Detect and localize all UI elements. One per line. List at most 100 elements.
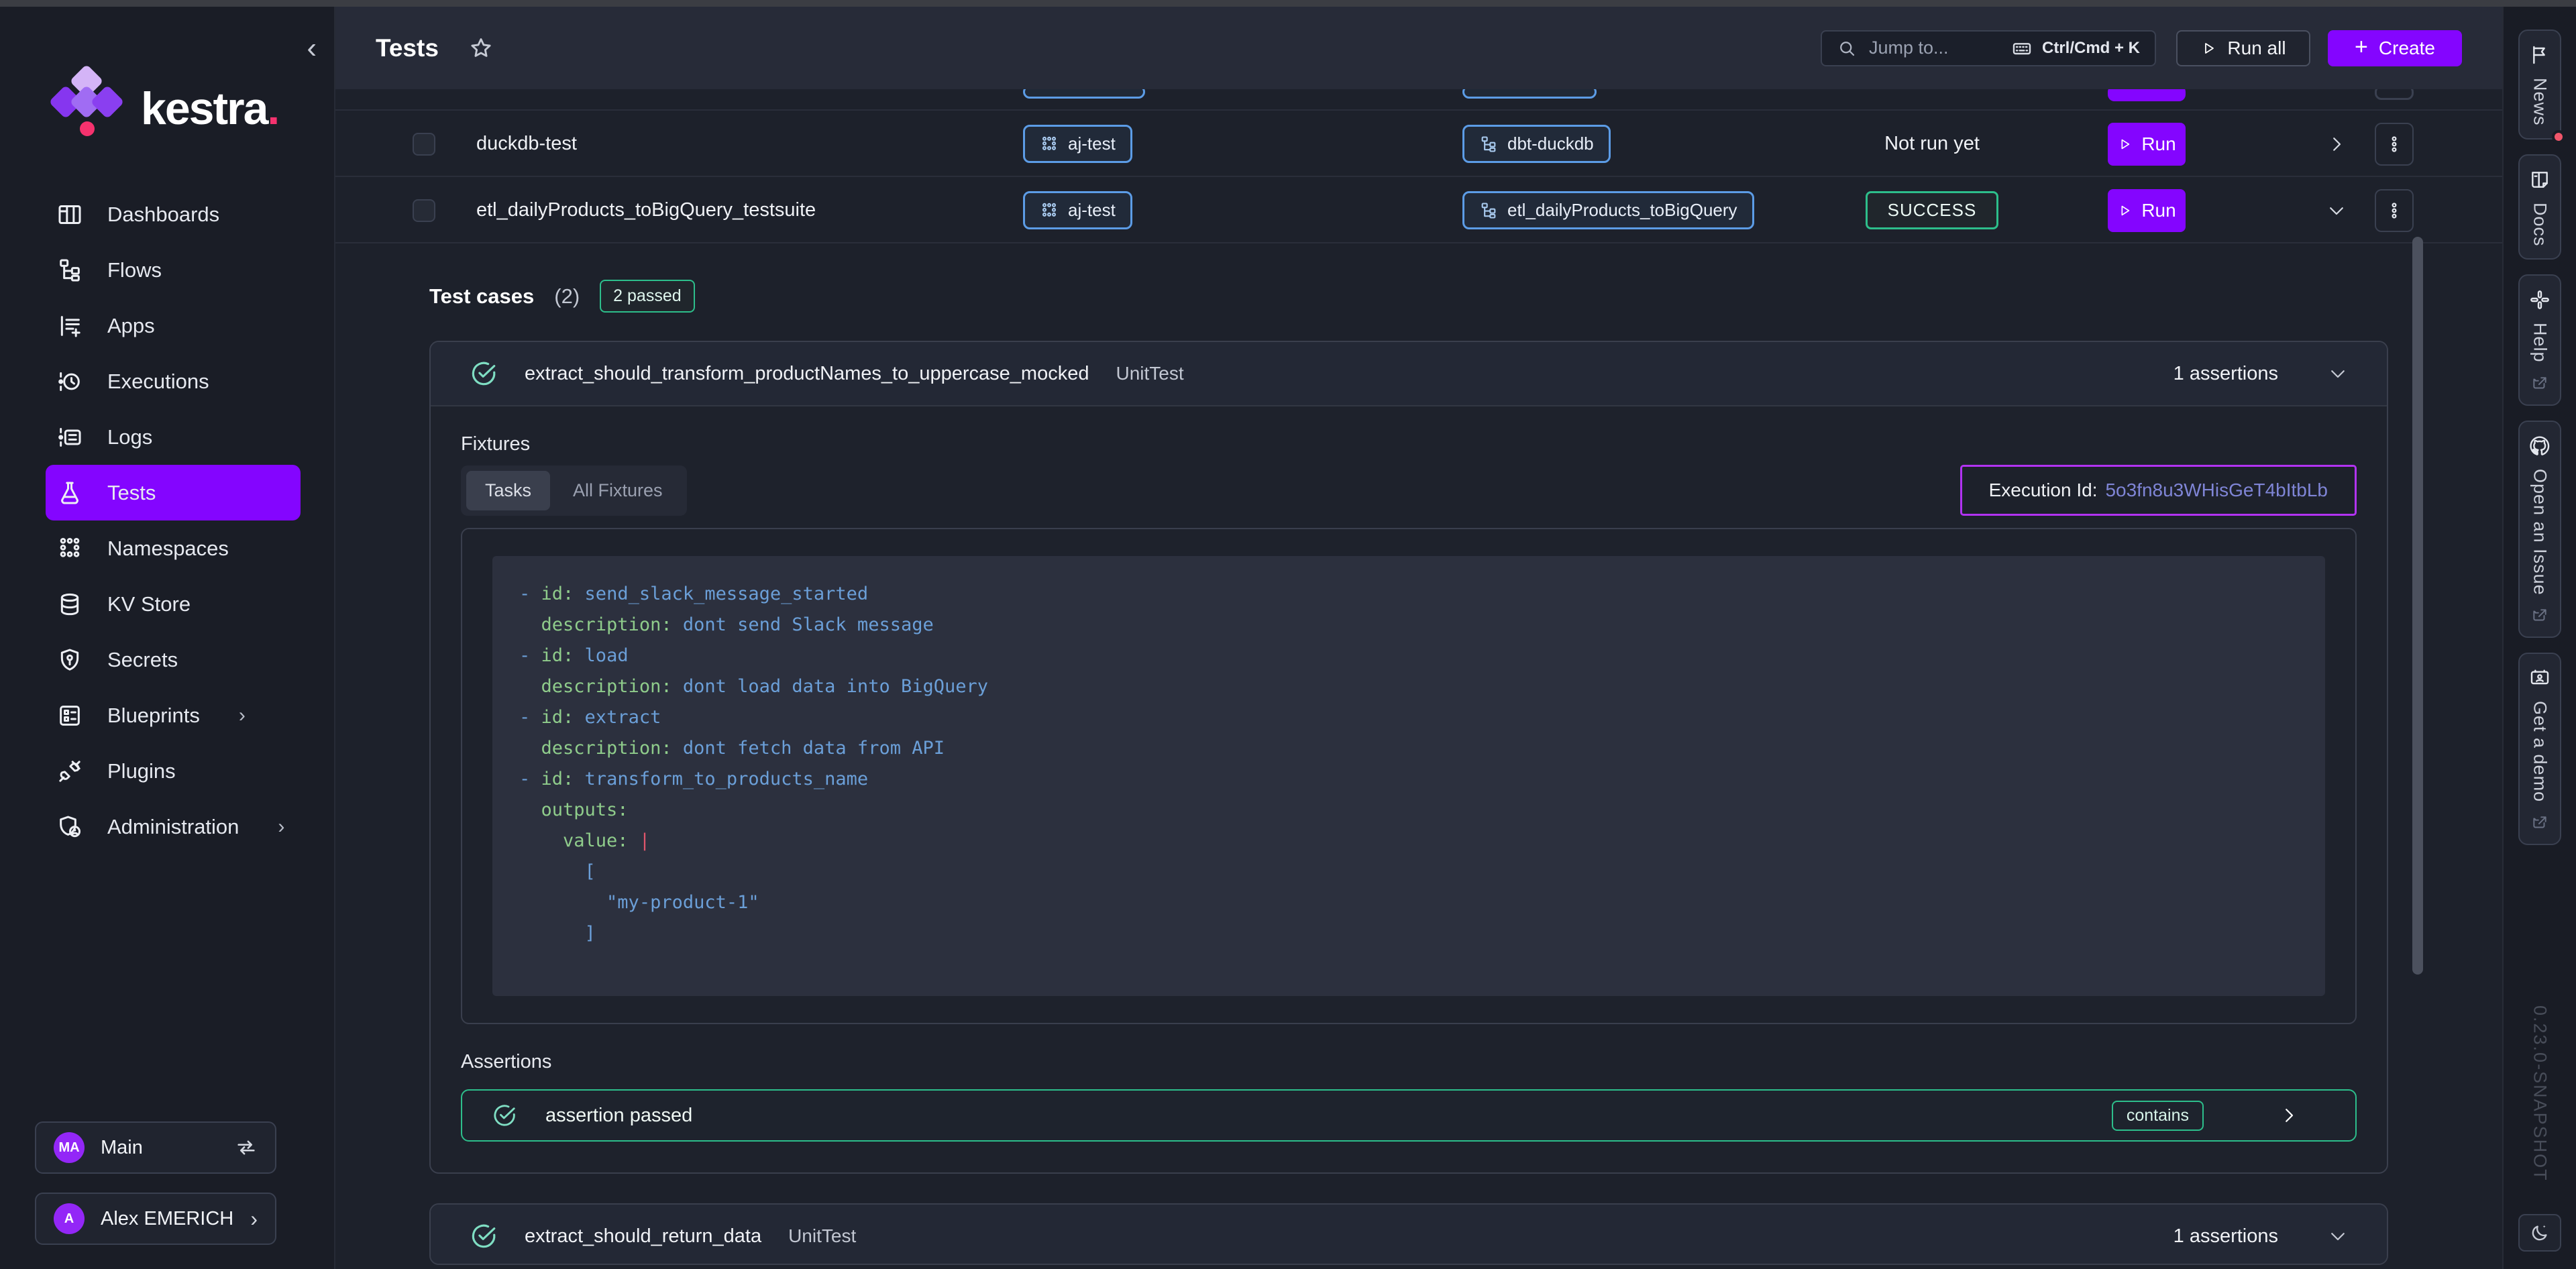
chevron-down-icon[interactable] [2328,1226,2348,1246]
kestra-logo-text: kestra. [141,82,278,135]
main-area: Tests Jump to... Ctrl/Cmd + K Run all + … [335,7,2502,1269]
sidebar-item-apps[interactable]: Apps [46,298,301,353]
tests-icon [56,480,83,506]
check-circle-icon [470,360,498,388]
play-icon [2117,203,2132,218]
play-icon [2117,137,2132,152]
row-checkbox[interactable] [413,133,435,156]
sidebar-item-kv-store[interactable]: KV Store [46,576,301,632]
rail-tab-open-an-issue[interactable]: Open an Issue [2518,421,2561,639]
rail-tab-news[interactable]: News [2518,30,2561,140]
code-line: - id: extract [519,702,2298,733]
collapse-chevron-down-icon[interactable] [2326,201,2347,221]
sidebar-item-label: Executions [107,370,209,394]
scrollbar-thumb[interactable] [2412,237,2423,975]
tab-all-fixtures[interactable]: All Fixtures [554,471,682,510]
flow-icon [1479,135,1498,154]
flows-icon [56,257,83,284]
executions-icon [56,368,83,395]
rail-tabs: News Docs Help Open an Issue Get a demo [2518,30,2561,845]
run-button[interactable]: Run [2108,123,2186,166]
namespace-chip[interactable]: aj-test [1023,191,1132,229]
assertions-label: Assertions [461,1051,2357,1073]
namespaces-icon [56,535,83,562]
kestra-logo[interactable]: kestra. [54,68,334,149]
code-line: - id: send_slack_message_started [519,579,2298,610]
run-all-button[interactable]: Run all [2176,30,2310,66]
sidebar-item-flows[interactable]: Flows [46,242,301,298]
code-line: [ [519,857,2298,887]
namespace-chip[interactable]: aj-test [1023,125,1132,163]
tab-tasks[interactable]: Tasks [466,471,550,510]
test-case-card: extract_should_transform_productNames_to… [429,341,2388,1174]
tenant-avatar: MA [54,1132,85,1163]
rail-tab-label: Help [2530,323,2551,363]
code-line: outputs: [519,795,2298,826]
sidebar-collapse-icon[interactable]: ‹ [307,34,317,63]
content-area: duckdb-test aj-test dbt-duckdb Not run y… [335,89,2502,1269]
code-line: - id: transform_to_products_name [519,764,2298,795]
test-name[interactable]: duckdb-test [476,111,577,177]
keyboard-icon [2011,38,2033,59]
star-icon[interactable] [468,36,494,61]
sidebar-item-tests[interactable]: Tests [46,465,301,520]
rail-tab-docs[interactable]: Docs [2518,154,2561,260]
execution-id-link[interactable]: 5o3fn8u3WHisGeT4bItbLb [2105,480,2328,501]
swap-icon [235,1136,258,1159]
sidebar-item-administration[interactable]: Administration› [46,799,301,854]
status-badge: SUCCESS [1866,191,1999,229]
tenant-switcher[interactable]: MA Main [35,1121,276,1174]
sidebar-item-executions[interactable]: Executions [46,353,301,409]
sidebar-item-plugins[interactable]: Plugins [46,743,301,799]
expand-chevron-right-icon[interactable] [2326,134,2347,154]
sidebar-item-label: Blueprints [107,704,200,728]
run-button-sliver [2108,89,2186,101]
row-menu-button[interactable] [2375,189,2414,232]
create-button[interactable]: + Create [2328,30,2462,66]
row-checkbox[interactable] [413,199,435,222]
check-circle-icon [492,1103,517,1128]
flow-icon [1479,201,1498,220]
rail-tab-get-a-demo[interactable]: Get a demo [2518,653,2561,845]
chevron-down-icon[interactable] [2328,364,2348,384]
sidebar-item-blueprints[interactable]: Blueprints› [46,687,301,743]
fixtures-code-editor[interactable]: - id: send_slack_message_started descrip… [492,556,2325,996]
test-cases-title: Test cases [429,284,534,309]
kestra-logo-icon [54,69,121,148]
test-case-header[interactable]: extract_should_transform_productNames_to… [431,342,2387,406]
chevron-right-icon: › [278,816,284,838]
play-icon [2200,40,2216,56]
user-avatar: A [54,1203,85,1234]
assertions-count: 1 assertions [2174,363,2278,385]
sidebar-item-secrets[interactable]: Secrets [46,632,301,687]
fixtures-panel: - id: send_slack_message_started descrip… [461,528,2357,1024]
code-line: description: dont load data into BigQuer… [519,671,2298,702]
sidebar-nav: Dashboards Flows Apps Executions Logs Tests Na… [0,186,334,854]
sidebar-item-logs[interactable]: Logs [46,409,301,465]
assertion-operator-chip: contains [2112,1101,2204,1131]
logs-icon [56,424,83,451]
theme-toggle-button[interactable] [2518,1214,2561,1252]
rail-tab-help[interactable]: Help [2518,274,2561,406]
row-menu-button[interactable] [2375,123,2414,166]
sidebar-item-dashboards[interactable]: Dashboards [46,186,301,242]
sidebar-item-namespaces[interactable]: Namespaces [46,520,301,576]
search-input[interactable]: Jump to... Ctrl/Cmd + K [1821,30,2156,66]
flow-chip[interactable]: dbt-duckdb [1462,125,1611,163]
sidebar-item-label: Dashboards [107,203,219,227]
user-menu[interactable]: A Alex EMERICH › [35,1193,276,1245]
test-case-name: extract_should_return_data [525,1225,761,1248]
sidebar-item-label: KV Store [107,592,191,616]
chevron-right-icon[interactable] [2279,1105,2299,1125]
assertion-row[interactable]: assertion passed contains [461,1089,2357,1142]
code-line: description: dont fetch data from API [519,733,2298,764]
sidebar-item-label: Flows [107,258,162,282]
external-link-icon [2531,375,2548,392]
run-button[interactable]: Run [2108,189,2186,232]
sidebar-item-label: Logs [107,425,152,449]
rail-tab-label: Get a demo [2530,701,2551,802]
test-name[interactable]: etl_dailyProducts_toBigQuery_testsuite [476,177,816,243]
sidebar-item-label: Tests [107,481,156,505]
test-case-header[interactable]: extract_should_return_data UnitTest 1 as… [431,1205,2387,1265]
rail-tab-label: Open an Issue [2530,469,2551,596]
